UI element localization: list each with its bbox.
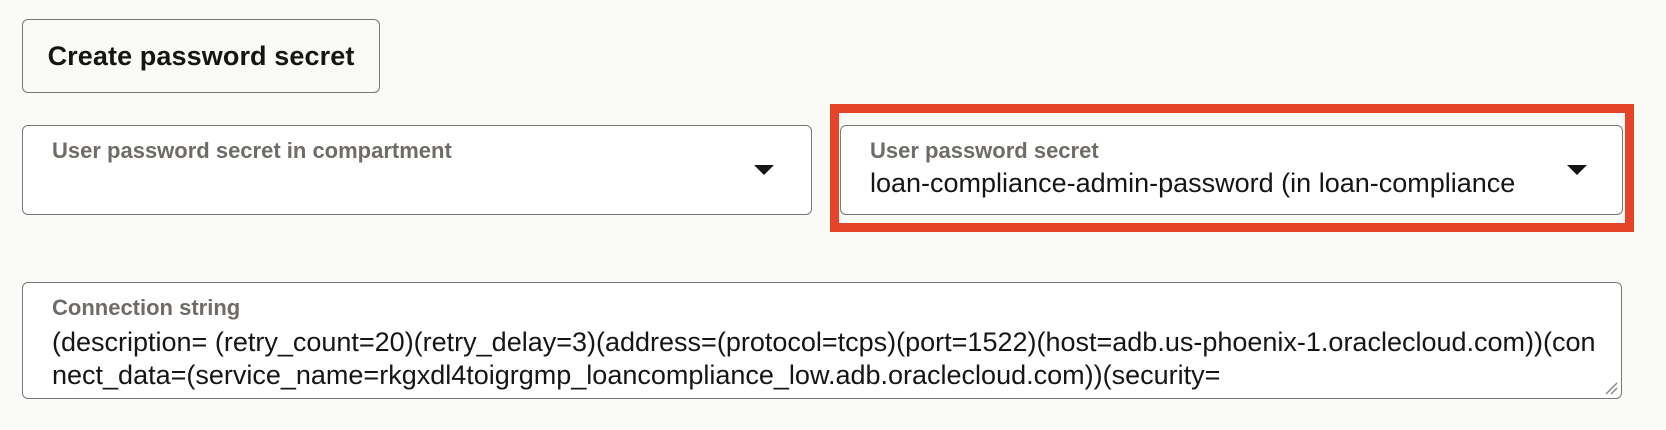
compartment-select[interactable]: User password secret in compartment [22,125,812,215]
user-password-secret-label: User password secret [870,138,1099,163]
connection-string-textarea[interactable]: Connection string (description= (retry_c… [22,282,1622,399]
connection-string-value: (description= (retry_count=20)(retry_del… [52,327,1596,390]
user-password-secret-value: loan-compliance-admin-password (in loan-… [870,168,1516,198]
chevron-down-icon[interactable] [754,165,774,175]
chevron-down-icon[interactable] [1567,165,1587,175]
compartment-select-label: User password secret in compartment [52,138,452,163]
create-password-secret-button[interactable]: Create password secret [22,19,380,93]
connection-string-label: Connection string [52,295,241,320]
user-password-secret-select[interactable]: User password secret loan-compliance-adm… [840,125,1623,215]
resize-grip-icon[interactable] [1604,381,1618,395]
